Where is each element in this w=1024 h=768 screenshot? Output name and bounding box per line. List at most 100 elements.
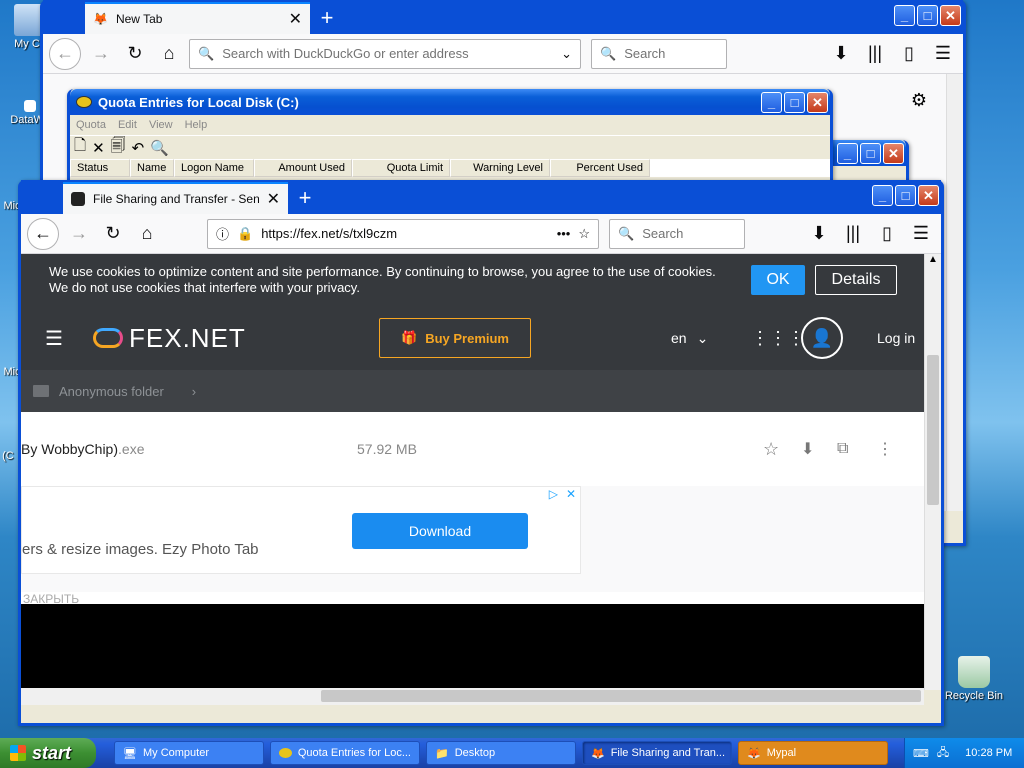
copy-icon[interactable]: ⧉ bbox=[837, 440, 848, 458]
buy-premium-button[interactable]: 🎁 Buy Premium bbox=[379, 318, 531, 358]
col-name[interactable]: Name bbox=[130, 159, 174, 177]
home-button[interactable]: ⌂ bbox=[155, 40, 183, 68]
task-mypal[interactable]: 🦊 Mypal bbox=[738, 741, 888, 765]
downloads-icon[interactable]: ⬇ bbox=[827, 40, 855, 68]
cookie-details-button[interactable]: Details bbox=[815, 265, 897, 295]
downloads-icon[interactable]: ⬇ bbox=[805, 220, 833, 248]
new-icon[interactable]: 🗋 bbox=[74, 135, 86, 160]
keyboard-icon[interactable]: ⌨ bbox=[913, 747, 929, 760]
user-avatar-icon[interactable]: 👤 bbox=[801, 317, 843, 359]
col-quota-limit[interactable]: Quota Limit bbox=[352, 159, 450, 177]
close-button[interactable]: ✕ bbox=[940, 5, 961, 26]
col-warning-level[interactable]: Warning Level bbox=[450, 159, 550, 177]
library-icon[interactable]: ||| bbox=[839, 220, 867, 248]
library-icon[interactable]: ||| bbox=[861, 40, 889, 68]
quota-menubar: Quota Edit View Help bbox=[70, 115, 830, 135]
ad-banner[interactable]: ▷ ✕ Download ers & resize images. Ezy Ph… bbox=[21, 486, 581, 574]
cookie-ok-button[interactable]: OK bbox=[751, 265, 805, 295]
download-icon[interactable]: ⬇ bbox=[801, 439, 814, 459]
shortcut-icon bbox=[24, 100, 36, 112]
tab-new-tab[interactable]: 🦊 New Tab ✕ bbox=[85, 2, 310, 34]
language-select[interactable]: en ⌄ bbox=[671, 330, 708, 347]
task-file-sharing[interactable]: 🦊 File Sharing and Tran... bbox=[582, 741, 732, 765]
col-percent-used[interactable]: Percent Used bbox=[550, 159, 650, 177]
reload-button[interactable]: ↻ bbox=[121, 40, 149, 68]
back-button[interactable]: ← bbox=[49, 37, 81, 70]
menu-icon[interactable]: ☰ bbox=[907, 220, 935, 248]
fex-logo[interactable]: FEX.NET bbox=[93, 323, 246, 354]
desktop-icon-recycle-bin[interactable]: Recycle Bin bbox=[944, 656, 1004, 702]
gear-icon[interactable]: ⚙ bbox=[911, 90, 927, 111]
search-bar[interactable]: 🔍 Search bbox=[591, 38, 727, 69]
close-button[interactable]: ✕ bbox=[807, 92, 828, 113]
close-tab-icon[interactable]: ✕ bbox=[267, 189, 280, 209]
url-bar[interactable]: 🔍 Search with DuckDuckGo or enter addres… bbox=[189, 38, 581, 69]
desktop-icon-wi[interactable]: Wi (C bbox=[0, 450, 20, 462]
fex-scrollbar-horizontal[interactable] bbox=[21, 688, 924, 705]
sidebar-icon[interactable]: ▯ bbox=[873, 220, 901, 248]
forward-button[interactable]: → bbox=[65, 220, 93, 248]
apps-grid-icon[interactable]: ⋮⋮⋮ bbox=[751, 328, 805, 349]
clock[interactable]: 10:28 PM bbox=[965, 747, 1012, 759]
network-icon[interactable]: 🖧 bbox=[937, 744, 949, 763]
properties-icon[interactable]: 🗐 bbox=[111, 135, 126, 160]
menu-quota[interactable]: Quota bbox=[76, 119, 106, 131]
minimize-button[interactable]: _ bbox=[872, 185, 893, 206]
menu-icon[interactable]: ☰ bbox=[929, 40, 957, 68]
more-options-icon[interactable]: ⋮ bbox=[877, 439, 893, 459]
close-tab-icon[interactable]: ✕ bbox=[289, 9, 302, 29]
scroll-up-icon[interactable]: ▲ bbox=[925, 254, 941, 265]
reload-button[interactable]: ↻ bbox=[99, 220, 127, 248]
undo-icon[interactable]: ↶ bbox=[132, 139, 145, 157]
bg-scrollbar[interactable] bbox=[946, 74, 963, 511]
new-tab-button[interactable]: + bbox=[310, 2, 344, 34]
minimize-button[interactable]: _ bbox=[894, 5, 915, 26]
fex-scrollbar-vertical[interactable]: ▲ bbox=[924, 254, 941, 690]
menu-help[interactable]: Help bbox=[185, 119, 208, 131]
chevron-down-icon[interactable]: ⌄ bbox=[561, 46, 572, 62]
menu-edit[interactable]: Edit bbox=[118, 119, 137, 131]
maximize-button[interactable]: □ bbox=[895, 185, 916, 206]
col-logon-name[interactable]: Logon Name bbox=[174, 159, 254, 177]
scroll-h-thumb[interactable] bbox=[321, 690, 921, 702]
sidebar-icon[interactable]: ▯ bbox=[895, 40, 923, 68]
url-bar[interactable]: ⓘ 🔒 https://fex.net/s/txl9czm ••• ☆ bbox=[207, 218, 599, 249]
file-row[interactable]: By WobbyChip).exe 57.92 MB ☆ ⬇ ⧉ ⋮ bbox=[21, 412, 924, 486]
scroll-thumb[interactable] bbox=[927, 355, 939, 505]
adchoices-icon[interactable]: ▷ bbox=[549, 487, 558, 501]
home-button[interactable]: ⌂ bbox=[133, 220, 161, 248]
maximize-button[interactable]: □ bbox=[784, 92, 805, 113]
gift-icon: 🎁 bbox=[401, 330, 418, 345]
menu-view[interactable]: View bbox=[149, 119, 173, 131]
close-button[interactable]: ✕ bbox=[883, 143, 904, 164]
tab-file-sharing[interactable]: File Sharing and Transfer - Send La ✕ bbox=[63, 182, 288, 214]
favorite-star-icon[interactable]: ☆ bbox=[763, 439, 779, 460]
login-link[interactable]: Log in bbox=[877, 330, 915, 346]
maximize-button[interactable]: □ bbox=[860, 143, 881, 164]
col-amount-used[interactable]: Amount Used bbox=[254, 159, 352, 177]
task-quota-entries[interactable]: Quota Entries for Loc... bbox=[270, 741, 420, 765]
desktop-icon-label: Recycle Bin bbox=[944, 690, 1004, 702]
forward-button[interactable]: → bbox=[87, 40, 115, 68]
bookmark-star-icon[interactable]: ☆ bbox=[578, 226, 590, 242]
back-button[interactable]: ← bbox=[27, 217, 59, 250]
ad-close-icon[interactable]: ✕ bbox=[566, 487, 576, 501]
find-icon[interactable]: 🔍 bbox=[150, 139, 169, 157]
maximize-button[interactable]: □ bbox=[917, 5, 938, 26]
hamburger-icon[interactable]: ☰ bbox=[45, 326, 63, 351]
task-desktop[interactable]: 📁 Desktop bbox=[426, 741, 576, 765]
new-tab-button[interactable]: + bbox=[288, 182, 322, 214]
delete-icon[interactable]: ✕ bbox=[92, 139, 105, 157]
search-bar[interactable]: 🔍 Search bbox=[609, 218, 745, 249]
chevron-down-icon: ⌄ bbox=[696, 329, 709, 346]
start-button[interactable]: start bbox=[0, 738, 96, 768]
ad-download-button[interactable]: Download bbox=[352, 513, 528, 549]
close-button[interactable]: ✕ bbox=[918, 185, 939, 206]
info-icon[interactable]: ⓘ bbox=[216, 224, 229, 243]
minimize-button[interactable]: _ bbox=[761, 92, 782, 113]
task-my-computer[interactable]: 🖥 My Computer bbox=[114, 741, 264, 765]
col-status[interactable]: Status bbox=[70, 159, 130, 177]
page-actions-icon[interactable]: ••• bbox=[557, 226, 571, 241]
breadcrumb-folder[interactable]: Anonymous folder bbox=[59, 384, 164, 399]
minimize-button[interactable]: _ bbox=[837, 143, 858, 164]
